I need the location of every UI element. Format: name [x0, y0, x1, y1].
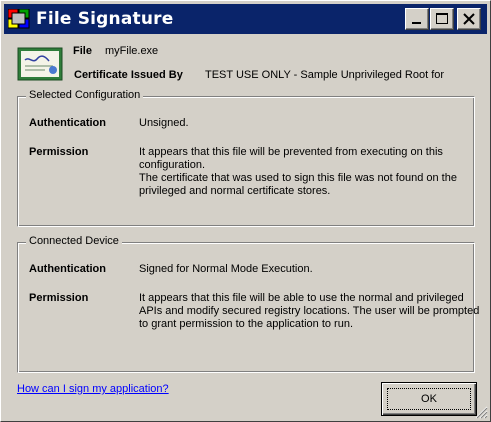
title-bar[interactable]: File Signature: [4, 4, 487, 34]
authentication-label: Authentication: [29, 117, 106, 129]
permission-line: to grant permission to the application t…: [139, 318, 354, 330]
file-signature-dialog: File Signature File myFile.exe Certifica…: [0, 0, 491, 422]
connected-device-group: Connected Device Authentication Signed f…: [17, 235, 480, 373]
permission-label: Permission: [29, 146, 89, 158]
maximize-icon: [436, 13, 448, 24]
group-title: Selected Configuration: [26, 89, 144, 101]
file-label: File: [73, 45, 92, 57]
permission-line: It appears that this file will be preven…: [139, 146, 443, 158]
app-icon: [8, 9, 30, 29]
group-title: Connected Device: [26, 235, 122, 247]
minimize-icon: [412, 22, 421, 24]
window-title: File Signature: [36, 9, 174, 29]
permission-line: The certificate that was used to sign th…: [139, 172, 457, 184]
permission-label: Permission: [29, 292, 89, 304]
certificate-issuer: TEST USE ONLY - Sample Unprivileged Root…: [205, 69, 445, 81]
resize-grip-icon[interactable]: [475, 406, 488, 419]
file-name: myFile.exe: [105, 45, 159, 57]
certificate-label: Certificate Issued By: [74, 69, 183, 81]
close-button[interactable]: [457, 8, 481, 30]
minimize-button[interactable]: [405, 8, 429, 30]
authentication-value: Signed for Normal Mode Execution.: [139, 263, 313, 275]
permission-text: It appears that this file will be able t…: [139, 292, 480, 331]
maximize-button[interactable]: [430, 8, 454, 30]
permission-line: privileged and normal certificate stores…: [139, 185, 331, 197]
certificate-icon: [17, 47, 63, 81]
authentication-value: Unsigned.: [139, 117, 189, 129]
focus-rectangle: [387, 388, 471, 410]
ok-button[interactable]: OK: [381, 382, 477, 416]
permission-line: configuration.: [139, 159, 206, 171]
permission-line: It appears that this file will be able t…: [139, 292, 464, 304]
permission-text: It appears that this file will be preven…: [139, 146, 464, 198]
authentication-label: Authentication: [29, 263, 106, 275]
close-icon: [463, 13, 475, 25]
selected-configuration-group: Selected Configuration Authentication Un…: [17, 89, 475, 227]
permission-line: APIs and modify secured registry locatio…: [139, 305, 480, 317]
help-link[interactable]: How can I sign my application?: [17, 383, 169, 395]
